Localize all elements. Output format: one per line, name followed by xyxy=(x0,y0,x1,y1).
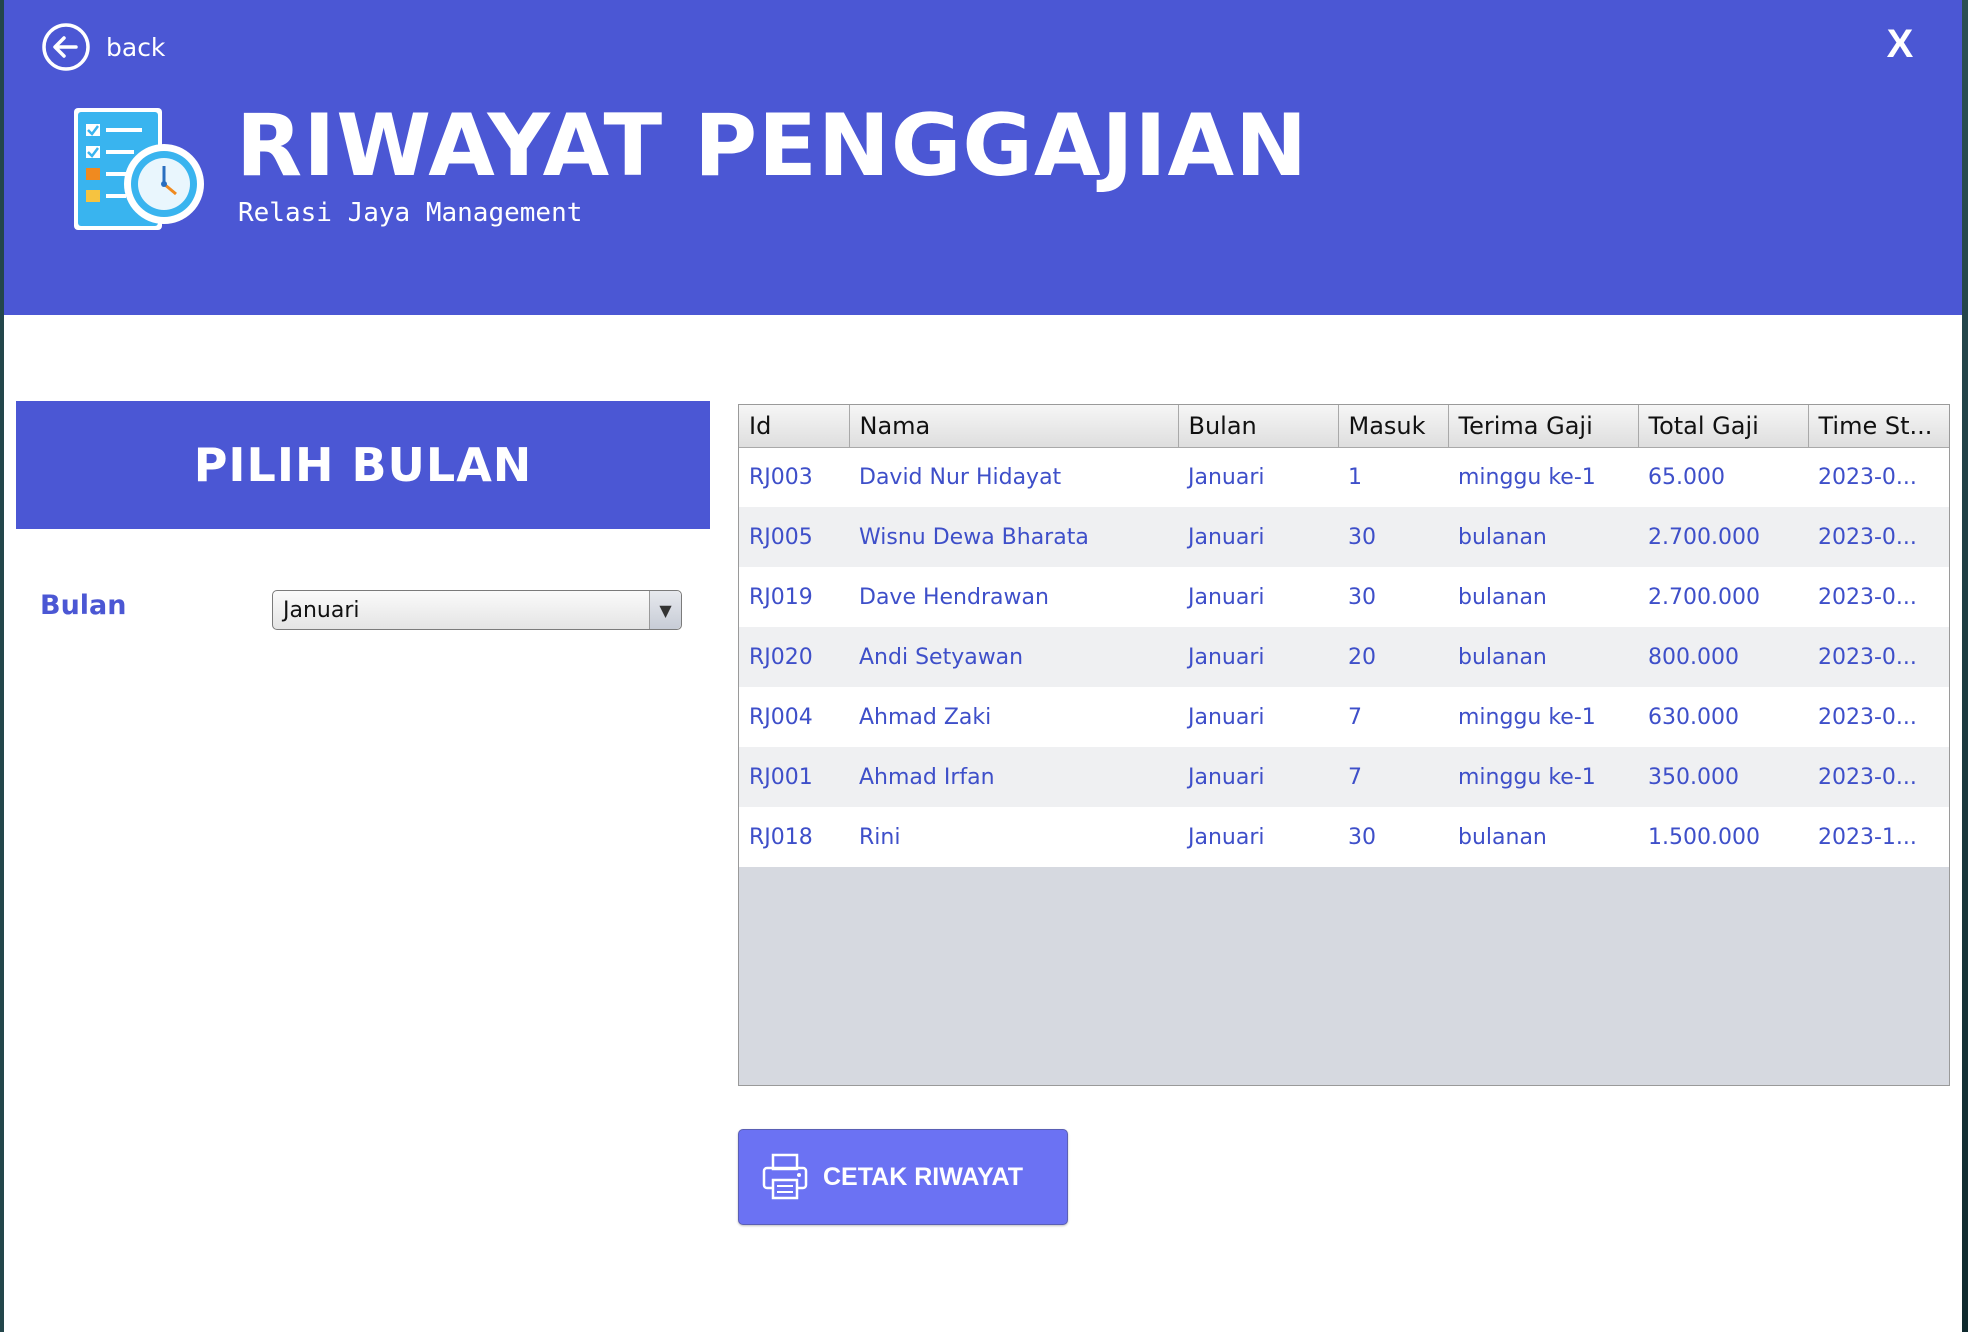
print-history-button[interactable]: CETAK RIWAYAT xyxy=(738,1129,1068,1225)
cell-id: RJ019 xyxy=(749,584,813,610)
cell-bulan: Januari xyxy=(1188,824,1265,850)
cell-terima-gaji: minggu ke-1 xyxy=(1458,704,1596,730)
cell-id: RJ005 xyxy=(749,524,813,550)
cell-time-stamp: 2023-0... xyxy=(1818,704,1917,730)
cell-total-gaji: 350.000 xyxy=(1648,764,1739,790)
cell-nama: Wisnu Dewa Bharata xyxy=(859,524,1089,550)
cell-id: RJ004 xyxy=(749,704,813,730)
cell-time-stamp: 2023-0... xyxy=(1818,764,1917,790)
back-button[interactable]: back xyxy=(40,20,165,74)
cell-nama: Dave Hendrawan xyxy=(859,584,1049,610)
printer-icon xyxy=(762,1153,808,1200)
header: back X RIWAYAT PENGGAJIAN Relasi Jaya Ma… xyxy=(4,0,1962,315)
payroll-table: Id Nama Bulan Masuk Terima Gaji Total Ga… xyxy=(738,404,1950,1086)
table-row[interactable]: RJ018 Rini Januari 30 bulanan 1.500.000 … xyxy=(739,807,1949,867)
cell-bulan: Januari xyxy=(1188,584,1265,610)
desktop-background-right xyxy=(1962,0,1968,1332)
table-row[interactable]: RJ020 Andi Setyawan Januari 20 bulanan 8… xyxy=(739,627,1949,687)
cell-masuk: 30 xyxy=(1348,824,1376,850)
column-header-bulan[interactable]: Bulan xyxy=(1178,405,1339,448)
cell-bulan: Januari xyxy=(1188,644,1265,670)
cell-bulan: Januari xyxy=(1188,464,1265,490)
column-header-id[interactable]: Id xyxy=(739,405,850,448)
column-header-total-gaji[interactable]: Total Gaji xyxy=(1638,405,1809,448)
table-row[interactable]: RJ004 Ahmad Zaki Januari 7 minggu ke-1 6… xyxy=(739,687,1949,747)
cell-bulan: Januari xyxy=(1188,524,1265,550)
cell-time-stamp: 2023-1... xyxy=(1818,824,1917,850)
cell-bulan: Januari xyxy=(1188,764,1265,790)
cell-total-gaji: 1.500.000 xyxy=(1648,824,1760,850)
cell-id: RJ020 xyxy=(749,644,813,670)
table-row[interactable]: RJ001 Ahmad Irfan Januari 7 minggu ke-1 … xyxy=(739,747,1949,807)
cell-nama: Ahmad Zaki xyxy=(859,704,992,730)
back-label: back xyxy=(106,32,166,62)
close-button[interactable]: X xyxy=(1878,20,1922,68)
cell-id: RJ018 xyxy=(749,824,813,850)
cell-bulan: Januari xyxy=(1188,704,1265,730)
app-window: back X RIWAYAT PENGGAJIAN Relasi Jaya Ma… xyxy=(4,0,1962,1332)
table-header-row: Id Nama Bulan Masuk Terima Gaji Total Ga… xyxy=(739,405,1949,448)
cell-time-stamp: 2023-0... xyxy=(1818,464,1917,490)
back-arrow-icon xyxy=(42,23,90,71)
cell-masuk: 30 xyxy=(1348,584,1376,610)
cell-masuk: 7 xyxy=(1348,704,1362,730)
cell-nama: Andi Setyawan xyxy=(859,644,1024,670)
cell-total-gaji: 800.000 xyxy=(1648,644,1739,670)
table-row[interactable]: RJ019 Dave Hendrawan Januari 30 bulanan … xyxy=(739,567,1949,627)
month-picker-banner: PILIH BULAN xyxy=(16,401,710,529)
cell-masuk: 20 xyxy=(1348,644,1376,670)
cell-terima-gaji: bulanan xyxy=(1458,524,1547,550)
cell-total-gaji: 2.700.000 xyxy=(1648,524,1760,550)
cell-nama: Rini xyxy=(859,824,901,850)
page-title: RIWAYAT PENGGAJIAN xyxy=(236,96,1309,196)
bulan-selected-value: Januari xyxy=(283,597,360,623)
cell-terima-gaji: bulanan xyxy=(1458,644,1547,670)
cell-time-stamp: 2023-0... xyxy=(1818,524,1917,550)
cell-total-gaji: 2.700.000 xyxy=(1648,584,1760,610)
cell-total-gaji: 65.000 xyxy=(1648,464,1725,490)
cell-time-stamp: 2023-0... xyxy=(1818,644,1917,670)
print-history-label: CETAK RIWAYAT xyxy=(823,1162,1024,1191)
cell-terima-gaji: bulanan xyxy=(1458,584,1547,610)
bulan-label: Bulan xyxy=(40,590,127,621)
cell-time-stamp: 2023-0... xyxy=(1818,584,1917,610)
cell-masuk: 30 xyxy=(1348,524,1376,550)
payroll-history-icon xyxy=(74,108,204,230)
cell-id: RJ003 xyxy=(749,464,813,490)
column-header-terima-gaji[interactable]: Terima Gaji xyxy=(1448,405,1639,448)
cell-masuk: 1 xyxy=(1348,464,1362,490)
cell-terima-gaji: minggu ke-1 xyxy=(1458,464,1596,490)
cell-id: RJ001 xyxy=(749,764,813,790)
cell-nama: Ahmad Irfan xyxy=(859,764,995,790)
cell-terima-gaji: bulanan xyxy=(1458,824,1547,850)
table-row[interactable]: RJ005 Wisnu Dewa Bharata Januari 30 bula… xyxy=(739,507,1949,567)
cell-nama: David Nur Hidayat xyxy=(859,464,1062,490)
cell-masuk: 7 xyxy=(1348,764,1362,790)
dropdown-arrow-icon[interactable]: ▼ xyxy=(649,591,681,629)
bulan-select[interactable]: Januari ▼ xyxy=(272,590,682,630)
column-header-nama[interactable]: Nama xyxy=(849,405,1179,448)
column-header-masuk[interactable]: Masuk xyxy=(1338,405,1449,448)
cell-terima-gaji: minggu ke-1 xyxy=(1458,764,1596,790)
table-row[interactable]: RJ003 David Nur Hidayat Januari 1 minggu… xyxy=(739,447,1949,507)
column-header-time-stamp[interactable]: Time St... xyxy=(1808,405,1949,448)
month-picker-title: PILIH BULAN xyxy=(193,438,533,492)
cell-total-gaji: 630.000 xyxy=(1648,704,1739,730)
page-subtitle: Relasi Jaya Management xyxy=(238,198,583,228)
